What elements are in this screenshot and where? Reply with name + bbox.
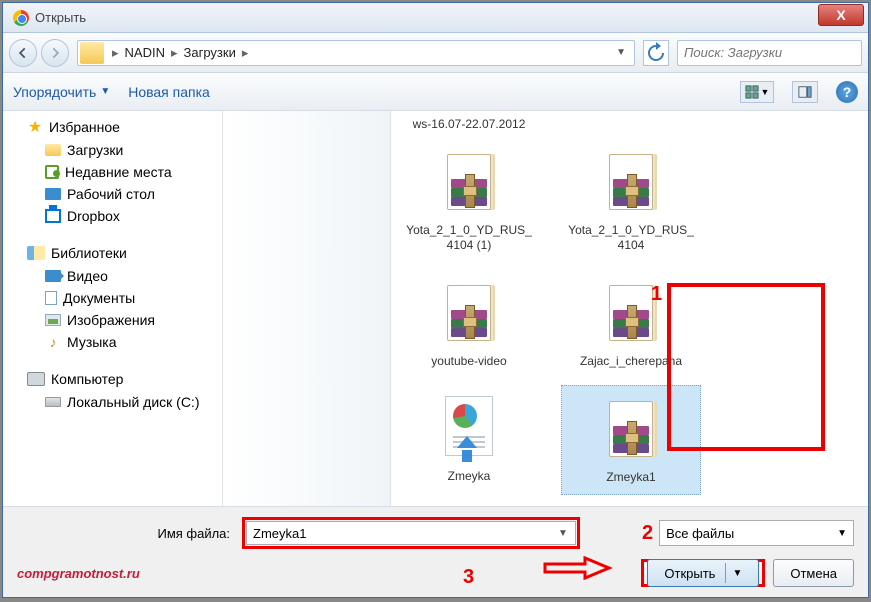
sidebar-item-downloads[interactable]: Загрузки [3,139,222,161]
dropbox-icon [45,209,61,223]
new-folder-button[interactable]: Новая папка [128,84,210,100]
watermark: compgramotnost.ru [17,566,140,581]
sidebar-item-disk-c[interactable]: Локальный диск (C:) [3,391,222,413]
recent-icon [45,165,59,179]
open-button[interactable]: Открыть▼ [647,559,759,587]
cancel-button[interactable]: Отмена [773,559,854,587]
sidebar-item-images[interactable]: Изображения [3,309,222,331]
library-icon [27,246,45,260]
sidebar-item-recent[interactable]: Недавние места [3,161,222,183]
rar-archive-icon [603,285,659,341]
footer: Имя файла: ▼ 2 Все файлы▼ compgramotnost… [3,506,868,597]
chrome-icon [13,10,29,26]
help-button[interactable]: ? [836,81,858,103]
presentation-icon [437,396,501,460]
file-label: Yota_2_1_0_YD_RUS_4104 (1) [403,223,535,254]
file-label: Zmeyka [403,469,535,485]
sidebar-computer-head[interactable]: Компьютер [3,367,222,391]
filename-label: Имя файла: [17,526,236,541]
annotation-2: 2 [642,522,653,545]
document-icon [45,291,57,305]
file-label: Yota_2_1_0_YD_RUS_4104 [565,223,697,254]
sidebar-item-video[interactable]: Видео [3,265,222,287]
sidebar-splitter[interactable] [223,111,391,506]
file-item[interactable]: Zajac_i_cherepaha [561,270,701,378]
file-item[interactable]: Yota_2_1_0_YD_RUS_4104 (1) [399,139,539,262]
folder-icon [45,144,61,156]
video-icon [45,270,61,282]
computer-icon [27,372,45,386]
back-button[interactable] [9,39,37,67]
open-dialog: Открыть X ▸ NADIN ▸ Загрузки ▸ ▼ Упорядо… [2,2,869,598]
desktop-icon [45,188,61,200]
sidebar-item-documents[interactable]: Документы [3,287,222,309]
refresh-button[interactable] [643,40,669,66]
file-item-truncated[interactable]: ws-16.07-22.07.2012 [399,115,539,135]
breadcrumb-nadin[interactable]: NADIN [123,45,167,60]
window-title: Открыть [35,10,818,25]
rar-archive-icon [441,285,497,341]
close-button[interactable]: X [818,4,864,26]
file-label: Zajac_i_cherepaha [565,354,697,370]
music-icon: ♪ [45,334,61,350]
breadcrumb[interactable]: ▸ NADIN ▸ Загрузки ▸ ▼ [77,40,635,66]
search-input[interactable] [677,40,862,66]
star-icon: ★ [27,119,43,135]
filename-input[interactable] [246,521,576,545]
file-item[interactable]: Zmeyka [399,385,539,495]
sidebar: ★Избранное Загрузки Недавние места Рабоч… [3,111,223,506]
breadcrumb-downloads[interactable]: Загрузки [182,45,238,60]
disk-icon [45,397,61,407]
annotation-box-3: Открыть▼ [641,559,765,587]
forward-button[interactable] [41,39,69,67]
sidebar-libraries-head[interactable]: Библиотеки [3,241,222,265]
image-icon [45,314,61,326]
file-label: Zmeyka1 [566,470,696,486]
toolbar: Упорядочить▼ Новая папка ▼ ? [3,73,868,111]
sidebar-favorites-head[interactable]: ★Избранное [3,115,222,139]
preview-pane-button[interactable] [792,81,818,103]
rar-archive-icon [603,401,659,457]
sidebar-item-music[interactable]: ♪Музыка [3,331,222,353]
annotation-3: 3 [463,566,474,589]
sidebar-item-desktop[interactable]: Рабочий стол [3,183,222,205]
sidebar-item-dropbox[interactable]: Dropbox [3,205,222,227]
folder-icon [80,42,104,64]
file-label: youtube-video [403,354,535,370]
rar-archive-icon [603,154,659,210]
annotation-arrow-icon [543,556,613,585]
file-item[interactable]: Yota_2_1_0_YD_RUS_4104 [561,139,701,262]
navbar: ▸ NADIN ▸ Загрузки ▸ ▼ [3,33,868,73]
file-item[interactable]: youtube-video [399,270,539,378]
rar-archive-icon [441,154,497,210]
file-item[interactable]: Zmeyka1 [561,385,701,495]
titlebar: Открыть X [3,3,868,33]
view-mode-button[interactable]: ▼ [740,81,774,103]
file-list[interactable]: ws-16.07-22.07.2012 Yota_2_1_0_YD_RUS_41… [391,111,868,506]
annotation-box-2 [242,517,580,549]
organize-menu[interactable]: Упорядочить▼ [13,84,110,100]
file-filter-dropdown[interactable]: Все файлы▼ [659,520,854,546]
